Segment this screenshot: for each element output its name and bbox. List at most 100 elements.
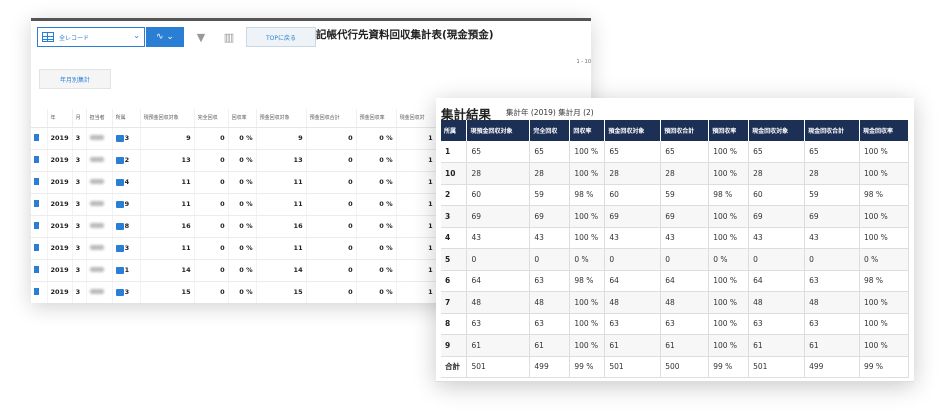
document-icon[interactable] [34, 177, 39, 185]
summary-col-header: 完全回収 [529, 120, 571, 141]
filter-icon[interactable]: ▼ [190, 27, 212, 47]
full-cell: 0 [194, 171, 229, 194]
redacted-name [89, 157, 104, 162]
back-to-top-button[interactable]: TOPに戻る [246, 27, 316, 47]
summary-row: 6 64 63 98 % 64 64 100 % 64 63 98 % [441, 270, 910, 292]
full-cell: 0 [194, 259, 229, 282]
rate-cell: 0 % [228, 149, 257, 172]
table-row[interactable]: 2019 3 3 15 0 0 % 15 0 0 % 1 [31, 281, 437, 303]
table-row[interactable]: 2019 3 8 16 0 0 % 16 0 0 % 1 [31, 215, 437, 238]
col-header[interactable]: 回収率 [228, 109, 257, 128]
summary-row: 7 48 48 100 % 48 48 100 % 48 48 100 % [441, 291, 910, 314]
summary-value-cell: 48 [804, 291, 860, 314]
monthly-summary-button[interactable]: 年月別集計 [39, 69, 111, 89]
row-detail-cell [31, 281, 48, 303]
document-icon[interactable] [34, 243, 39, 251]
col-header[interactable]: 現金回収対 [396, 109, 437, 128]
summary-value-cell: 69 [804, 205, 860, 228]
view-select-value: 全レコード [59, 34, 90, 42]
summary-value-cell: 48 [604, 291, 662, 314]
document-icon[interactable] [34, 221, 39, 229]
table-grid-icon [42, 32, 54, 42]
summary-value-cell: 65 [529, 141, 571, 163]
summary-dept-cell: 6 [441, 270, 468, 292]
col-header[interactable]: 預金回収合計 [306, 109, 357, 128]
summary-value-cell: 100 % [859, 291, 910, 314]
dept-value: 9 [124, 200, 130, 208]
dept-value: 3 [124, 244, 130, 252]
col-header[interactable]: 完全回収 [194, 109, 229, 128]
col-header[interactable]: 担当者 [86, 109, 113, 128]
summary-value-cell: 64 [604, 270, 662, 292]
summary-dept-cell: 1 [441, 141, 468, 163]
dept-cell: 2 [112, 149, 141, 172]
summary-value-cell: 98 % [708, 184, 750, 206]
summary-col-header: 預回収率 [708, 120, 750, 141]
chevron-down-icon: ⌄ [133, 31, 140, 40]
rate-cell: 0 % [228, 281, 257, 303]
target-cell: 15 [140, 281, 195, 303]
table-row[interactable]: 2019 3 4 11 0 0 % 11 0 0 % 1 [31, 171, 437, 194]
target-cell: 11 [140, 171, 195, 194]
summary-row: 合計 501 499 99 % 501 500 99 % 501 499 99 % [441, 356, 910, 378]
table-row[interactable]: 2019 3 1 14 0 0 % 14 0 0 % 1 [31, 259, 437, 282]
col-header[interactable]: 預金回収率 [356, 109, 397, 128]
document-icon[interactable] [34, 155, 39, 163]
dept-cell: 3 [112, 281, 141, 303]
dep-total-cell: 0 [306, 237, 357, 260]
summary-value-cell: 99 % [569, 356, 606, 378]
summary-value-cell: 48 [748, 291, 806, 314]
summary-dept-cell: 9 [441, 334, 468, 357]
row-detail-cell [31, 237, 48, 260]
bar-chart-icon[interactable]: ▥ [218, 27, 240, 47]
document-icon[interactable] [34, 133, 39, 141]
dep-total-cell: 0 [306, 171, 357, 194]
summary-value-cell: 63 [804, 313, 860, 335]
dep-total-cell: 0 [306, 215, 357, 238]
summary-value-cell: 48 [660, 291, 710, 314]
document-icon[interactable] [34, 265, 39, 273]
row-detail-cell [31, 259, 48, 282]
col-header[interactable]: 預金回収対象 [256, 109, 307, 128]
summary-value-cell: 28 [660, 162, 710, 185]
target-cell: 13 [140, 149, 195, 172]
col-header[interactable]: 年 [47, 109, 73, 128]
dep-target-cell: 14 [256, 259, 307, 282]
document-icon[interactable] [34, 199, 39, 207]
summary-row: 4 43 43 100 % 43 43 100 % 43 43 100 % [441, 227, 910, 249]
table-row[interactable]: 2019 3 9 11 0 0 % 11 0 0 % 1 [31, 193, 437, 216]
summary-row: 8 63 63 100 % 63 63 100 % 63 63 100 % [441, 313, 910, 335]
summary-value-cell: 99 % [859, 356, 910, 378]
month-cell: 3 [72, 281, 87, 303]
summary-value-cell: 63 [466, 313, 531, 335]
document-icon[interactable] [34, 287, 39, 295]
graph-view-button[interactable]: ∿ ⌄ [146, 27, 184, 47]
table-row[interactable]: 2019 3 3 11 0 0 % 11 0 0 % 1 [31, 237, 437, 260]
full-cell: 0 [194, 127, 229, 150]
dept-value: 4 [124, 178, 130, 186]
summary-dept-cell: 8 [441, 313, 468, 335]
summary-dept-cell: 7 [441, 291, 468, 314]
summary-value-cell: 48 [529, 291, 571, 314]
dept-cell: 9 [112, 193, 141, 216]
summary-value-cell: 65 [748, 141, 806, 163]
table-header-row: 年 月 担当者 所属 現預金回収対象 完全回収 回収率 預金回収対象 預金回収合… [31, 109, 437, 128]
summary-value-cell: 100 % [708, 141, 750, 163]
full-cell: 0 [194, 237, 229, 260]
summary-value-cell: 61 [748, 334, 806, 357]
table-row[interactable]: 2019 3 2 13 0 0 % 13 0 0 % 1 [31, 149, 437, 172]
col-header[interactable]: 現預金回収対象 [140, 109, 195, 128]
summary-dept-cell: 合計 [441, 356, 468, 378]
dep-total-cell: 0 [306, 281, 357, 303]
target-cell: 16 [140, 215, 195, 238]
table-row[interactable]: 2019 3 3 9 0 0 % 9 0 0 % 1 [31, 127, 437, 150]
group-icon [115, 244, 124, 252]
summary-value-cell: 0 % [569, 248, 606, 271]
col-header[interactable]: 所属 [112, 109, 141, 128]
group-icon [115, 156, 124, 164]
dept-cell: 4 [112, 171, 141, 194]
view-select[interactable]: 全レコード ⌄ [37, 27, 145, 47]
col-header[interactable]: 月 [72, 109, 87, 128]
summary-value-cell: 501 [748, 356, 806, 378]
month-cell: 3 [72, 149, 87, 172]
